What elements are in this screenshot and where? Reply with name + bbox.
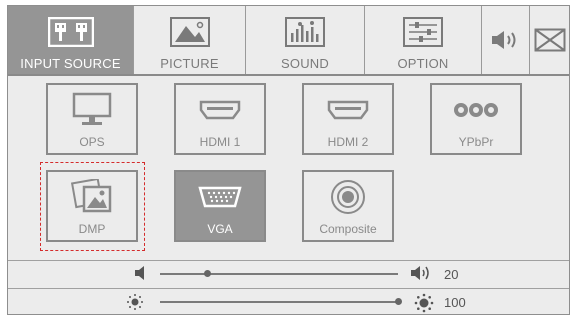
brightness-high-icon <box>414 293 434 318</box>
source-label: Composite <box>319 222 377 236</box>
media-player-icon <box>70 178 114 216</box>
tab-label: INPUT SOURCE <box>20 56 121 71</box>
volume-row: 20 <box>8 260 569 288</box>
brightness-row: 100 <box>8 288 569 316</box>
source-ypbpr[interactable]: YPbPr <box>430 83 522 155</box>
volume-knob[interactable] <box>204 270 212 277</box>
speaker-loud-icon <box>410 265 432 286</box>
tab-volume[interactable] <box>482 6 530 74</box>
source-label: VGA <box>207 222 233 236</box>
source-label: OPS <box>79 135 105 149</box>
tab-input-source[interactable]: INPUT SOURCE <box>8 6 134 74</box>
vga-icon <box>198 178 242 216</box>
volume-slider[interactable] <box>160 273 398 275</box>
tab-picture[interactable]: PICTURE <box>134 6 246 74</box>
source-label: YPbPr <box>458 135 494 149</box>
volume-value: 20 <box>444 267 459 282</box>
source-ops[interactable]: OPS <box>46 83 138 155</box>
tab-sound[interactable]: SOUND <box>246 6 365 74</box>
close-box-icon <box>534 24 566 56</box>
tab-option[interactable]: OPTION <box>365 6 482 74</box>
brightness-low-icon <box>126 293 144 316</box>
input-source-icon <box>47 16 94 48</box>
source-vga[interactable]: VGA <box>174 170 266 242</box>
brightness-slider[interactable] <box>160 301 398 303</box>
sound-icon <box>285 16 325 48</box>
menu-tab-bar: INPUT SOURCE PICTURE SOUND OPTION <box>8 6 569 76</box>
monitor-icon <box>72 91 112 129</box>
speaker-icon <box>490 24 522 56</box>
tab-label: OPTION <box>397 56 449 71</box>
osd-menu: INPUT SOURCE PICTURE SOUND OPTION OPS HD… <box>7 5 570 315</box>
source-hdmi-2[interactable]: HDMI 2 <box>302 83 394 155</box>
composite-icon <box>330 178 366 216</box>
source-hdmi-1[interactable]: HDMI 1 <box>174 83 266 155</box>
hdmi-icon <box>327 91 369 129</box>
source-label: HDMI 2 <box>327 135 369 149</box>
option-icon <box>403 16 443 48</box>
component-rca-icon <box>452 91 500 129</box>
brightness-value: 100 <box>444 295 466 310</box>
speaker-icon <box>134 265 146 286</box>
tab-label: PICTURE <box>160 56 219 71</box>
hdmi-icon <box>199 91 241 129</box>
picture-icon <box>169 16 210 48</box>
tab-label: SOUND <box>281 56 329 71</box>
source-dmp[interactable]: DMP <box>46 170 138 242</box>
source-composite[interactable]: Composite <box>302 170 394 242</box>
source-label: HDMI 1 <box>199 135 241 149</box>
tab-close[interactable] <box>530 6 569 74</box>
brightness-knob[interactable] <box>394 298 402 305</box>
source-label: DMP <box>78 222 106 236</box>
